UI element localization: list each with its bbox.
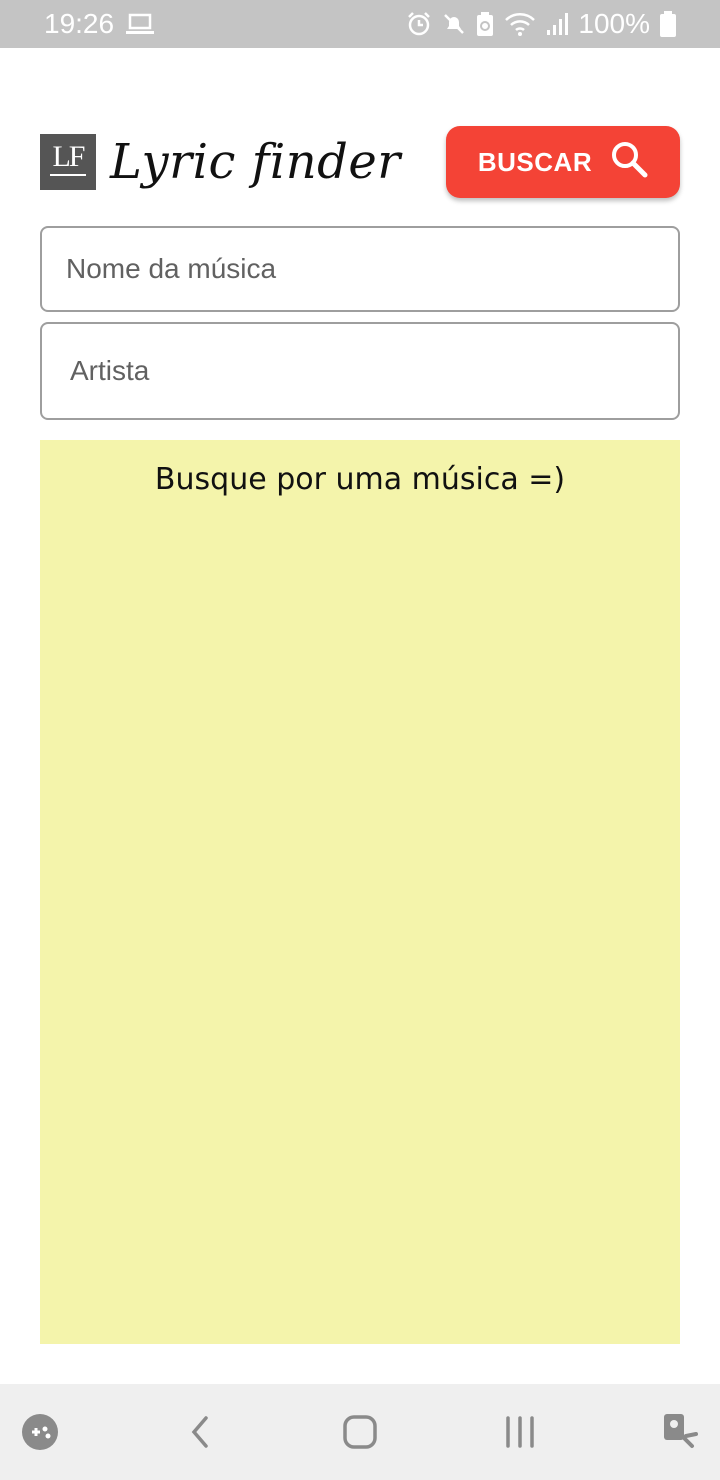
game-tools-icon[interactable] (20, 1412, 60, 1452)
app-title: Lyric finder (110, 134, 401, 190)
results-panel: Busque por uma música =) (40, 440, 680, 1344)
battery-icon (660, 11, 676, 37)
search-button[interactable]: BUSCAR (446, 126, 680, 198)
status-bar: 19:26 100% (0, 0, 720, 48)
alarm-icon (406, 11, 432, 37)
song-name-field[interactable] (40, 226, 680, 312)
status-time: 19:26 (44, 8, 115, 39)
search-icon (610, 140, 648, 185)
accessibility-icon[interactable] (660, 1412, 700, 1452)
battery-saver-icon (476, 11, 494, 37)
system-nav-bar (0, 1384, 720, 1480)
signal-icon (546, 12, 569, 36)
back-icon[interactable] (180, 1412, 220, 1452)
results-message: Busque por uma música =) (154, 462, 566, 497)
mute-icon (442, 12, 466, 36)
search-button-label: BUSCAR (477, 146, 593, 177)
status-left: 19:26 (44, 8, 155, 40)
artist-field[interactable] (40, 322, 680, 420)
laptop-icon (126, 13, 155, 35)
logo-text: LF (52, 140, 85, 173)
wifi-icon (504, 12, 536, 36)
recents-icon[interactable] (500, 1412, 540, 1452)
home-icon[interactable] (340, 1412, 380, 1452)
battery-percent: 100% (578, 8, 650, 39)
song-name-input[interactable] (66, 253, 678, 285)
status-right: 100% (406, 8, 676, 40)
app-logo: LF (40, 134, 96, 190)
artist-input[interactable] (70, 355, 678, 387)
brand: LF Lyric finder (40, 134, 401, 190)
app-header: LF Lyric finder BUSCAR (40, 126, 680, 198)
